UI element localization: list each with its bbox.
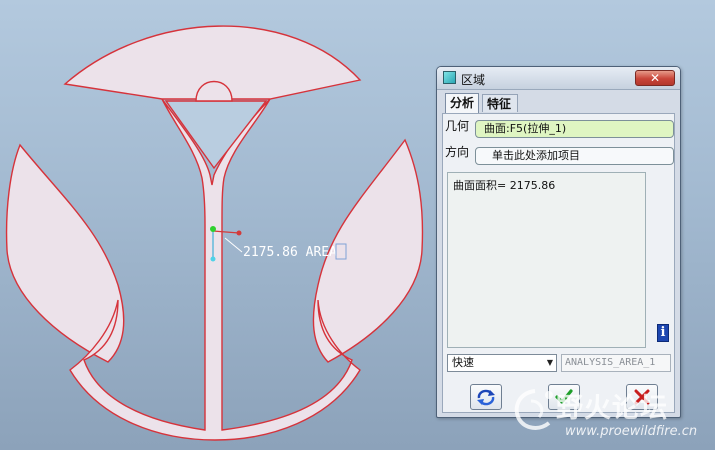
speed-value: 快速	[452, 356, 474, 369]
analysis-name-field[interactable]: ANALYSIS_AREA_1	[561, 354, 671, 372]
geometry-label: 几何	[445, 119, 470, 133]
close-icon: ✕	[649, 71, 661, 85]
watermark-logo-icon	[514, 389, 553, 430]
area-annotation[interactable]: 2175.86 AREA	[243, 245, 337, 260]
area-dialog: 区域 ✕ 分析 特征 几何 曲面:F5(拉伸_1) 方向 单击此处添加项目 曲面…	[436, 66, 681, 418]
geometry-field[interactable]: 曲面:F5(拉伸_1)	[475, 120, 674, 138]
direction-field[interactable]: 单击此处添加项目	[475, 147, 674, 165]
keyhole-cutout	[164, 100, 268, 170]
repeat-button[interactable]	[470, 384, 502, 410]
dialog-app-icon	[443, 71, 456, 84]
dialog-title: 区域	[461, 73, 486, 87]
chevron-down-icon: ▼	[546, 358, 553, 367]
close-button[interactable]: ✕	[635, 70, 675, 86]
info-icon[interactable]: i	[657, 324, 669, 342]
surface-area-result: 曲面面积= 2175.86	[453, 179, 556, 192]
speed-dropdown[interactable]: 快速 ▼	[447, 354, 557, 372]
analysis-panel: 几何 曲面:F5(拉伸_1) 方向 单击此处添加项目 曲面面积= 2175.86…	[442, 113, 675, 413]
tab-feature[interactable]: 特征	[482, 94, 518, 112]
direction-label: 方向	[445, 145, 470, 159]
tab-bar: 分析 特征	[445, 93, 672, 114]
model-shape[interactable]	[5, 25, 424, 441]
result-textbox[interactable]: 曲面面积= 2175.86	[447, 172, 646, 348]
tab-analysis[interactable]: 分析	[445, 93, 479, 113]
dialog-titlebar[interactable]: 区域 ✕	[437, 67, 680, 90]
watermark-text: 野火论坛	[556, 393, 668, 424]
repeat-icon	[477, 389, 495, 406]
watermark-url: www.proewildfire.cn	[565, 424, 698, 439]
